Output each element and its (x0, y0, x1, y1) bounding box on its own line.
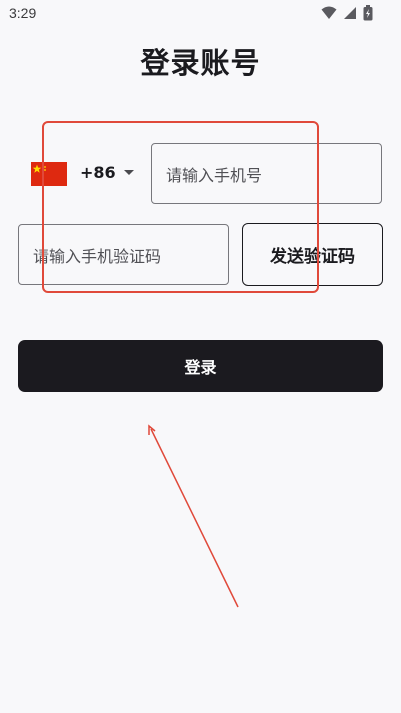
send-code-label: 发送验证码 (270, 247, 355, 267)
country-code-selector[interactable]: +86 (80, 163, 134, 182)
status-bar: 3:29 (0, 0, 401, 28)
phone-input[interactable]: 请输入手机号 (151, 143, 382, 204)
verification-code-placeholder: 请输入手机验证码 (33, 246, 162, 266)
country-code-label: +86 (80, 163, 116, 182)
wifi-icon (321, 6, 337, 19)
login-label: 登录 (184, 358, 217, 377)
login-button[interactable]: 登录 (18, 340, 383, 392)
battery-icon (363, 5, 373, 21)
phone-input-placeholder: 请输入手机号 (166, 165, 263, 185)
verification-code-input[interactable]: 请输入手机验证码 (18, 224, 229, 285)
china-flag-icon[interactable] (31, 162, 67, 186)
send-code-button[interactable]: 发送验证码 (242, 223, 383, 286)
status-icons (321, 5, 373, 21)
page-title: 登录账号 (140, 46, 261, 80)
chevron-down-icon (123, 170, 134, 175)
status-time: 3:29 (9, 5, 37, 21)
signal-icon (344, 7, 356, 19)
